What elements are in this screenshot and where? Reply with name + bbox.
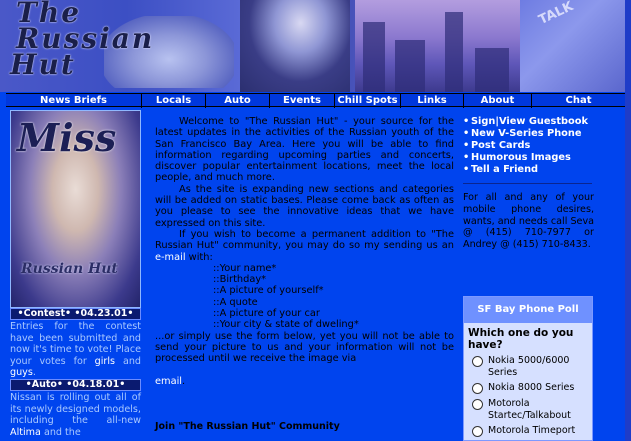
girls-link[interactable]: girls [95, 356, 115, 367]
poll-option[interactable]: Nokia 8000 Series [464, 380, 592, 396]
photo-logo: Russian Hut [21, 261, 118, 277]
nav-locals[interactable]: Locals [141, 94, 205, 108]
quick-links: • Sign|View Guestbook • New V-Series Phone… [463, 116, 594, 176]
contest-header: •Contest• •04.23.01• [10, 308, 141, 320]
poll-title: SF Bay Phone Poll [464, 297, 592, 323]
welcome-paragraph: Welcome to "The Russian Hut" - your sour… [155, 116, 454, 184]
v-series-phone-link[interactable]: • New V-Series Phone [463, 128, 594, 140]
phone-contact-text: For all and any of your mobile phone des… [463, 192, 594, 251]
left-column: Miss Russian Hut •Contest• •04.23.01• En… [10, 110, 141, 441]
list-item: ::A picture of yourself* [213, 285, 324, 297]
photo-title: Miss [17, 115, 117, 160]
logo-line-3: Hut [10, 48, 76, 81]
poll-option[interactable]: Motorola Timeport [464, 423, 592, 439]
mobile-phone-image: TALK [520, 0, 631, 92]
list-item: ::Birthday* [213, 274, 267, 286]
right-column: • Sign|View Guestbook • New V-Series Phone… [463, 116, 594, 251]
contest-text: Entries for the contest have been submit… [10, 321, 141, 378]
nav-about[interactable]: About [463, 94, 531, 108]
radio-button[interactable] [472, 426, 483, 437]
city-street-image [355, 0, 520, 92]
list-item: ::Your name* [213, 262, 277, 274]
nav-news-briefs[interactable]: News Briefs [6, 94, 141, 108]
site-logo[interactable]: The Russian Hut [4, 0, 174, 92]
welcome-content: Welcome to "The Russian Hut" - your sour… [155, 116, 454, 387]
auto-header: •Auto• •04.18.01• [10, 379, 141, 391]
auto-text: Nissan is rolling out all of its newly d… [10, 392, 141, 438]
join-paragraph: If you wish to become a permanent additi… [155, 228, 454, 263]
page-scrollbar[interactable] [625, 0, 631, 441]
header-banner: TALK The Russian Hut [0, 0, 631, 92]
man-on-phone-image [240, 0, 350, 92]
humorous-images-link[interactable]: • Humorous Images [463, 152, 594, 164]
poll-option[interactable]: Motorola Startec/Talkabout [464, 396, 592, 423]
guestbook-link[interactable]: • Sign|View Guestbook [463, 116, 594, 128]
phone-keys-label: TALK [536, 0, 576, 28]
tell-a-friend-link[interactable]: • Tell a Friend [463, 164, 594, 176]
email-link[interactable]: e-mail [155, 252, 186, 263]
poll-option[interactable]: Nokia 5000/6000 Series [464, 353, 592, 380]
email-link-2[interactable]: email [155, 376, 182, 387]
main-nav: News Briefs Locals Auto Events Chill Spots Li… [6, 93, 625, 108]
poll-question: Which one do you have? [468, 327, 574, 351]
guys-link[interactable]: guys [10, 367, 33, 378]
nav-chat[interactable]: Chat [531, 94, 625, 108]
form-note-paragraph: ...or simply use the form below, yet you… [155, 330, 454, 387]
list-item: ::A picture of your car [213, 308, 320, 320]
post-cards-link[interactable]: • Post Cards [463, 140, 594, 152]
expanding-paragraph: As the site is expanding new sections an… [155, 183, 454, 229]
miss-russian-hut-photo[interactable]: Miss Russian Hut [10, 110, 141, 308]
required-info-list: ::Your name* ::Birthday* ::A picture of … [155, 263, 454, 331]
nav-auto[interactable]: Auto [205, 94, 269, 108]
list-item: ::Your city & state of dweling* [213, 319, 359, 331]
divider [463, 183, 592, 184]
list-item: ::A quote [213, 296, 258, 308]
nav-links[interactable]: Links [400, 94, 463, 108]
radio-button[interactable] [472, 356, 483, 367]
nav-chill-spots[interactable]: Chill Spots [334, 94, 400, 108]
phone-poll: SF Bay Phone Poll Which one do you have?… [463, 296, 593, 441]
radio-button[interactable] [472, 383, 483, 394]
radio-button[interactable] [472, 399, 483, 410]
altima-link[interactable]: Altima [10, 427, 41, 438]
nav-events[interactable]: Events [269, 94, 334, 108]
join-community-heading: Join "The Russian Hut" Community [155, 421, 340, 432]
